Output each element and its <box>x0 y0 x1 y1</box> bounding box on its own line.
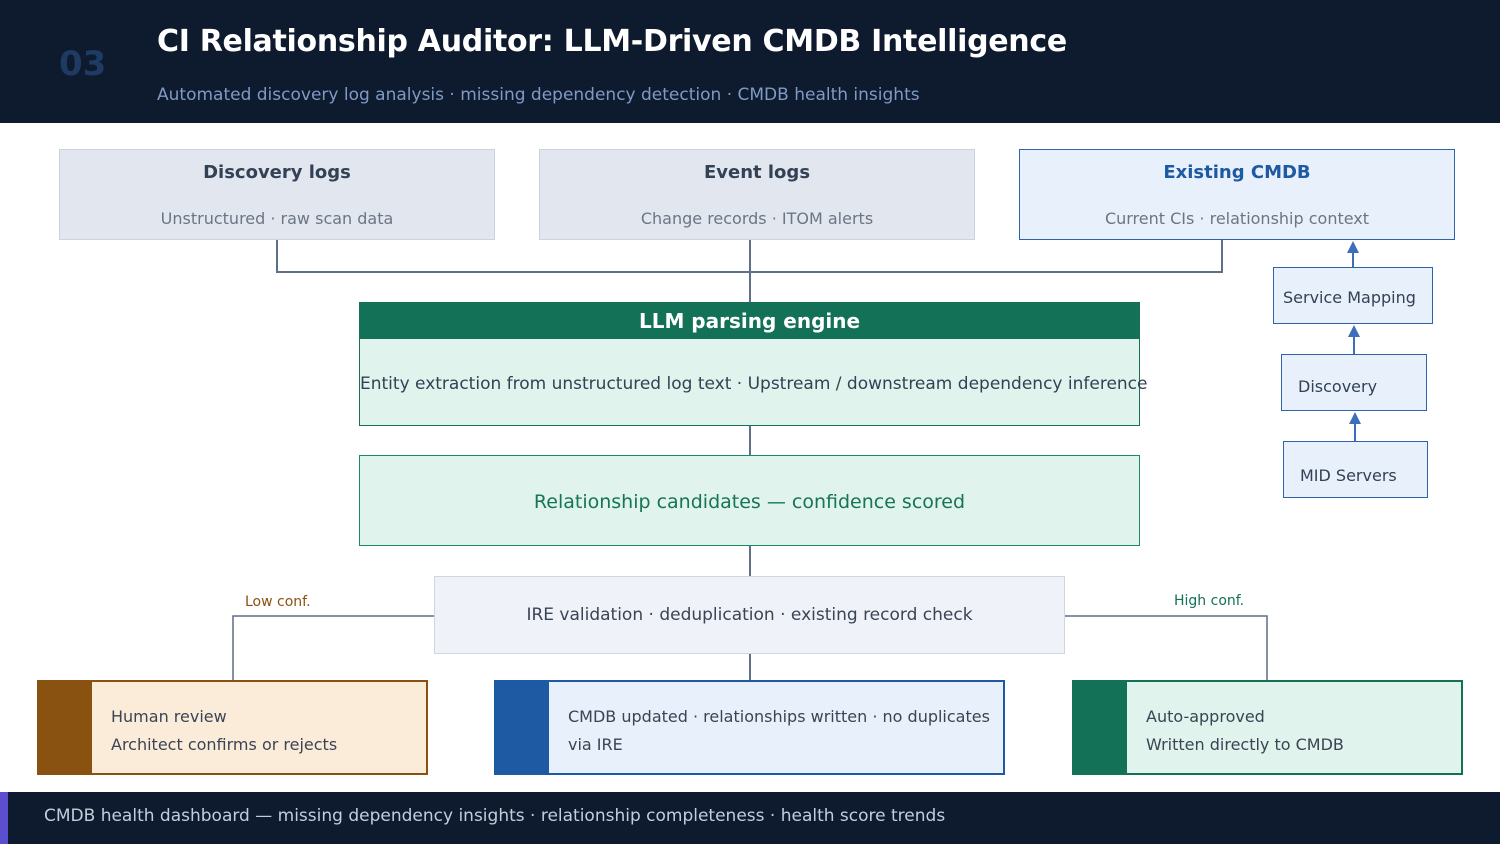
arrowhead-mid-to-discovery <box>1349 412 1361 424</box>
connector-discovery-logs <box>276 239 750 273</box>
outcome-cmdb-updated: CMDB updated · relationships written · n… <box>494 680 1005 775</box>
outcome-detail: Written directly to CMDB <box>1146 735 1344 754</box>
source-title: Event logs <box>703 162 811 183</box>
side-discovery: Discovery <box>1281 354 1427 411</box>
outcome-title: CMDB updated · relationships written · n… <box>568 707 990 726</box>
low-confidence-label: Low conf. <box>245 594 311 610</box>
source-discovery-logs: Discovery logs Unstructured · raw scan d… <box>59 149 495 240</box>
outcome-accent-bar <box>39 682 92 773</box>
ire-validation: IRE validation · deduplication · existin… <box>434 576 1065 654</box>
outcome-detail: Architect confirms or rejects <box>111 735 338 754</box>
page-title: CI Relationship Auditor: LLM-Driven CMDB… <box>157 24 1067 59</box>
llm-parsing-engine: LLM parsing engine Entity extraction fro… <box>359 302 1148 426</box>
engine-title: LLM parsing engine <box>360 303 1139 339</box>
source-subtitle: Current CIs · relationship context <box>1104 209 1370 228</box>
arrowhead-discovery-to-service-mapping <box>1348 325 1360 337</box>
outcome-title: Human review <box>111 707 227 726</box>
connector-low-conf <box>232 615 435 681</box>
footer-accent-stripe <box>0 792 8 844</box>
side-mid-servers: MID Servers <box>1283 441 1428 498</box>
connector-existing-cmdb <box>750 239 1223 273</box>
slide-number: 03 <box>59 44 107 84</box>
candidates-label: Relationship candidates — confidence sco… <box>533 491 966 513</box>
outcome-auto-approved: Auto-approved Written directly to CMDB <box>1072 680 1463 775</box>
source-subtitle: Unstructured · raw scan data <box>160 209 394 228</box>
engine-description: Entity extraction from unstructured log … <box>360 374 1148 394</box>
footer-text: CMDB health dashboard — missing dependen… <box>44 806 946 826</box>
outcome-accent-bar <box>1074 682 1127 773</box>
outcome-title: Auto-approved <box>1146 707 1265 726</box>
page-subtitle: Automated discovery log analysis · missi… <box>157 85 920 105</box>
ire-label: IRE validation · deduplication · existin… <box>526 605 973 625</box>
source-existing-cmdb: Existing CMDB Current CIs · relationship… <box>1019 149 1455 240</box>
source-title: Existing CMDB <box>1163 162 1311 183</box>
footer-bar: CMDB health dashboard — missing dependen… <box>0 792 1500 844</box>
source-subtitle: Change records · ITOM alerts <box>640 209 874 228</box>
connector-high-conf <box>1064 615 1268 681</box>
source-event-logs: Event logs Change records · ITOM alerts <box>539 149 975 240</box>
arrowhead-service-mapping-to-cmdb <box>1347 241 1359 253</box>
side-service-mapping: Service Mapping <box>1273 267 1433 324</box>
source-title: Discovery logs <box>203 162 351 183</box>
outcome-accent-bar <box>496 682 549 773</box>
relationship-candidates: Relationship candidates — confidence sco… <box>359 455 1140 546</box>
high-confidence-label: High conf. <box>1174 593 1245 609</box>
header-bar: 03 CI Relationship Auditor: LLM-Driven C… <box>0 0 1500 123</box>
outcome-human-review: Human review Architect confirms or rejec… <box>37 680 428 775</box>
outcome-detail: via IRE <box>568 735 623 754</box>
